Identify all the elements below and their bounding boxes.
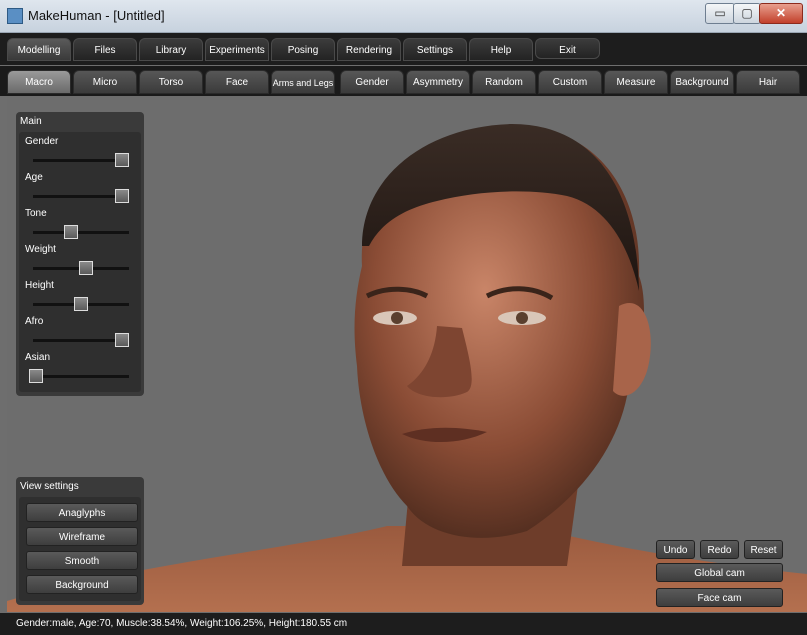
minimize-button[interactable]: ▭ bbox=[705, 3, 735, 24]
tab-posing[interactable]: Posing bbox=[271, 38, 335, 61]
tab-files[interactable]: Files bbox=[73, 38, 137, 61]
status-bar: Gender:male, Age:70, Muscle:38.54%, Weig… bbox=[0, 613, 807, 635]
slider-handle-afro[interactable] bbox=[115, 333, 129, 347]
subtab-asymmetry[interactable]: Asymmetry bbox=[406, 70, 470, 94]
subtab-measure[interactable]: Measure bbox=[604, 70, 668, 94]
subtab-torso[interactable]: Torso bbox=[139, 70, 203, 94]
exit-button[interactable]: Exit bbox=[535, 38, 600, 59]
reset-button[interactable]: Reset bbox=[744, 540, 783, 559]
redo-button[interactable]: Redo bbox=[700, 540, 739, 559]
slider-handle-gender[interactable] bbox=[115, 153, 129, 167]
face-cam-button[interactable]: Face cam bbox=[656, 588, 783, 607]
subtab-arms-and-legs[interactable]: Arms and Legs bbox=[271, 70, 335, 94]
global-cam-button[interactable]: Global cam bbox=[656, 563, 783, 582]
close-button[interactable]: ✕ bbox=[759, 3, 803, 24]
subtab-gender[interactable]: Gender bbox=[340, 70, 404, 94]
3d-viewport[interactable]: Main Gender Age Tone Weight Height Afro Asian … bbox=[7, 96, 807, 612]
slider-label-height: Height bbox=[25, 280, 54, 291]
subtab-macro[interactable]: Macro bbox=[7, 70, 71, 94]
subtab-random[interactable]: Random bbox=[472, 70, 536, 94]
tab-settings[interactable]: Settings bbox=[403, 38, 467, 61]
maximize-button[interactable]: ▢ bbox=[733, 3, 761, 24]
tab-modelling[interactable]: Modelling bbox=[7, 38, 71, 61]
slider-handle-weight[interactable] bbox=[78, 261, 93, 275]
tab-library[interactable]: Library bbox=[139, 38, 203, 61]
background-button[interactable]: Background bbox=[26, 575, 138, 594]
app-icon bbox=[7, 8, 23, 24]
title-bar: MakeHuman - [Untitled] ▭ ▢ ✕ bbox=[0, 0, 807, 33]
subtab-custom[interactable]: Custom bbox=[538, 70, 602, 94]
undo-button[interactable]: Undo bbox=[656, 540, 695, 559]
view-settings-body: Anaglyphs Wireframe Smooth Background bbox=[19, 497, 141, 601]
subtab-hair[interactable]: Hair bbox=[736, 70, 800, 94]
slider-label-afro: Afro bbox=[25, 316, 44, 327]
slider-label-tone: Tone bbox=[25, 208, 47, 219]
slider-label-asian: Asian bbox=[25, 352, 51, 363]
smooth-button[interactable]: Smooth bbox=[26, 551, 138, 570]
tab-rendering[interactable]: Rendering bbox=[337, 38, 401, 61]
wireframe-button[interactable]: Wireframe bbox=[26, 527, 138, 546]
main-tab-bar: Modelling Files Library Experiments Posi… bbox=[0, 33, 807, 65]
sub-tab-bar: Macro Micro Torso Face Arms and Legs Gen… bbox=[0, 66, 807, 96]
slider-label-weight: Weight bbox=[25, 244, 56, 255]
main-panel: Main Gender Age Tone Weight Height Afro Asian bbox=[16, 112, 144, 396]
slider-label-gender: Gender bbox=[25, 136, 59, 147]
slider-label-age: Age bbox=[25, 172, 43, 183]
slider-handle-age[interactable] bbox=[115, 189, 129, 203]
main-panel-body: Gender Age Tone Weight Height Afro Asian bbox=[19, 132, 141, 392]
view-settings-title: View settings bbox=[20, 481, 79, 492]
slider-track-asian[interactable] bbox=[33, 375, 129, 378]
view-settings-panel: View settings Anaglyphs Wireframe Smooth… bbox=[16, 477, 144, 605]
window-title: MakeHuman - [Untitled] bbox=[28, 8, 165, 23]
tab-experiments[interactable]: Experiments bbox=[205, 38, 269, 61]
slider-handle-tone[interactable] bbox=[64, 225, 79, 239]
main-panel-title: Main bbox=[20, 116, 42, 127]
slider-handle-asian[interactable] bbox=[29, 369, 43, 383]
subtab-background[interactable]: Background bbox=[670, 70, 734, 94]
subtab-face[interactable]: Face bbox=[205, 70, 269, 94]
slider-handle-height[interactable] bbox=[74, 297, 88, 311]
subtab-micro[interactable]: Micro bbox=[73, 70, 137, 94]
tab-help[interactable]: Help bbox=[469, 38, 533, 61]
anaglyphs-button[interactable]: Anaglyphs bbox=[26, 503, 138, 522]
slider-track-tone[interactable] bbox=[33, 231, 129, 234]
